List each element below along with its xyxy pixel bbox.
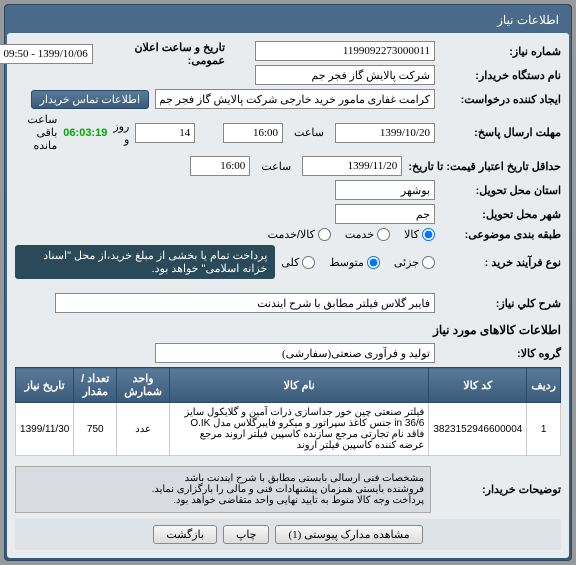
label-announce-datetime: تاریخ و ساعت اعلان عمومی:: [99, 41, 225, 67]
label-buyer-remarks: توضیحات خریدار:: [441, 483, 561, 496]
radio-goods-input[interactable]: [422, 228, 435, 241]
radio-goods[interactable]: کالا: [404, 228, 435, 241]
delivery-city-input[interactable]: [335, 204, 435, 224]
panel-title: اطلاعات نیاز: [7, 7, 569, 33]
cell-name: فیلتر صنعتی چین خور جداسازی ذرات آمین و …: [170, 403, 429, 456]
label-hour-remain: ساعت باقی مانده: [15, 113, 57, 152]
remarks-box: مشخصات فنی ارسالی بابستی مطابق با شرح ای…: [15, 466, 431, 513]
th-code: کد کالا: [429, 368, 527, 403]
radio-service[interactable]: خدمت: [345, 228, 390, 241]
items-section-title: اطلاعات کالاهای مورد نیاز: [15, 323, 561, 337]
items-table: ردیف کد کالا نام کالا واحد شمارش تعداد /…: [15, 367, 561, 456]
radio-high-input[interactable]: [302, 256, 315, 269]
radio-low-input[interactable]: [422, 256, 435, 269]
credit-date-input[interactable]: [302, 156, 402, 176]
print-button[interactable]: چاپ: [223, 525, 270, 544]
exit-button[interactable]: بازگشت: [153, 525, 217, 544]
radio-high[interactable]: کلی: [281, 256, 315, 269]
label-delivery-state: استان محل تحویل:: [441, 184, 561, 197]
radio-mid-input[interactable]: [367, 256, 380, 269]
th-date: تاریخ نیاز: [16, 368, 74, 403]
countdown-timer: 06:03:19: [63, 127, 107, 139]
radio-low[interactable]: جزئی: [394, 256, 435, 269]
label-buyer-org: نام دستگاه خریدار:: [441, 69, 561, 82]
th-name: نام کالا: [170, 368, 429, 403]
buyer-org-input[interactable]: [255, 65, 435, 85]
delivery-state-input[interactable]: [335, 180, 435, 200]
label-delivery-city: شهر محل تحویل:: [441, 208, 561, 221]
item-group-input[interactable]: [155, 343, 435, 363]
creator-input[interactable]: [155, 89, 435, 109]
day-remain-input: [135, 123, 195, 143]
label-creator: ایجاد کننده درخواست:: [441, 93, 561, 106]
cell-qty: 750: [74, 403, 117, 456]
table-row[interactable]: 1 3823152946600004 فیلتر صنعتی چین خور ج…: [16, 403, 561, 456]
label-credit-deadline: حداقل تاریخ اعتبار قیمت: تا تاریخ:: [408, 160, 561, 173]
cell-code: 3823152946600004: [429, 403, 527, 456]
process-note: پرداخت تمام یا بخشی از مبلغ خرید،از محل …: [15, 245, 275, 279]
label-classification: طبقه بندی موضوعی:: [441, 228, 561, 241]
th-row: ردیف: [527, 368, 561, 403]
announce-datetime-input[interactable]: [0, 44, 93, 64]
attachments-button[interactable]: مشاهده مدارک پیوستی (1): [275, 525, 422, 544]
label-process-type: نوع فرآیند خرید :: [441, 256, 561, 269]
need-desc-input[interactable]: [55, 293, 435, 313]
cell-idx: 1: [527, 403, 561, 456]
deadline-time-input[interactable]: [223, 123, 283, 143]
radio-goods-service[interactable]: کالا/خدمت: [268, 228, 331, 241]
th-qty: تعداد / مقدار: [74, 368, 117, 403]
contact-button[interactable]: اطلاعات تماس خریدار: [31, 90, 149, 109]
label-deadline: مهلت ارسال پاسخ:: [441, 126, 561, 139]
label-item-group: گروه کالا:: [441, 347, 561, 360]
label-need-desc: شرح کلي نياز:: [441, 297, 561, 310]
label-hour-1: ساعت: [289, 126, 329, 139]
radio-mid[interactable]: متوسط: [329, 256, 380, 269]
deadline-date-input[interactable]: [335, 123, 435, 143]
cell-date: 1399/11/30: [16, 403, 74, 456]
label-hour-2: ساعت: [256, 160, 296, 173]
need-number-input[interactable]: [255, 41, 435, 61]
th-unit: واحد شمارش: [117, 368, 170, 403]
panel-body: شماره نیاز: نام دستگاه خریدار: تاریخ و س…: [7, 33, 569, 558]
credit-time-input[interactable]: [190, 156, 250, 176]
label-day-remain: روز و: [113, 120, 129, 146]
radio-goods-service-input[interactable]: [318, 228, 331, 241]
label-need-number: شماره نیاز:: [441, 45, 561, 58]
radio-service-input[interactable]: [377, 228, 390, 241]
cell-unit: عدد: [117, 403, 170, 456]
